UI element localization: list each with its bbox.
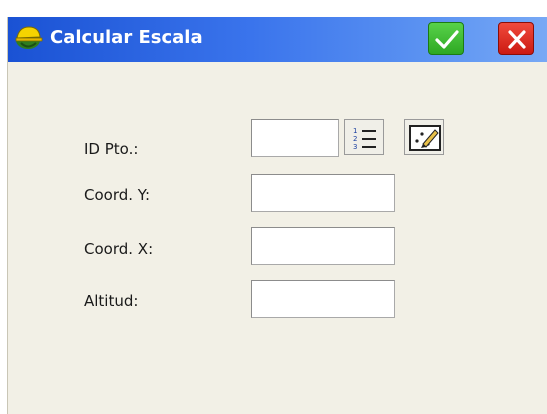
altitude-input[interactable] (251, 280, 395, 318)
point-list-button[interactable]: 1 2 3 (344, 119, 384, 155)
window-title: Calcular Escala (50, 27, 203, 48)
altitude-label: Altitud: (84, 292, 139, 310)
point-id-input[interactable] (251, 119, 339, 157)
surveyor-helmet-icon (14, 23, 44, 53)
close-x-icon (508, 30, 526, 49)
svg-text:1: 1 (353, 127, 357, 135)
coord-y-label: Coord. Y: (84, 186, 151, 204)
dialog-window: Calcular Escala ID Pto.: 1 2 3 Coord. Y:… (7, 17, 547, 414)
title-bar: Calcular Escala (8, 17, 547, 62)
numbered-list-icon: 1 2 3 (353, 127, 376, 151)
ok-button[interactable] (428, 22, 464, 55)
point-id-label: ID Pto.: (84, 140, 139, 158)
coord-y-input[interactable] (251, 174, 395, 212)
map-select-button[interactable] (404, 119, 444, 155)
coord-x-input[interactable] (251, 227, 395, 265)
coord-x-label: Coord. X: (84, 240, 154, 258)
checkmark-icon (435, 30, 459, 49)
close-button[interactable] (498, 22, 534, 55)
svg-text:3: 3 (353, 143, 357, 151)
svg-text:2: 2 (353, 135, 357, 143)
map-select-icon (409, 125, 441, 151)
screen: Calcular Escala ID Pto.: 1 2 3 Coord. Y:… (0, 0, 547, 414)
